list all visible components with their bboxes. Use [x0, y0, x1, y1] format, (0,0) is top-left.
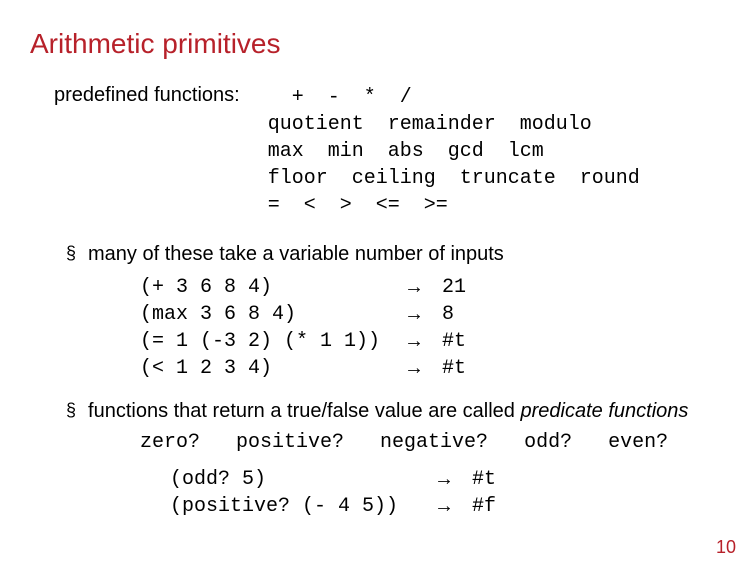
bullet-mark-icon: § [66, 400, 76, 423]
predicate-list: zero? positive? negative? odd? even? [140, 431, 726, 454]
example-block-1: (+ 3 6 8 4) (max 3 6 8 4) (= 1 (-3 2) (*… [140, 274, 726, 382]
example2-arrows: → → [434, 466, 454, 520]
bullet2-part-b: predicate functions [521, 400, 689, 422]
bullet2-part-a: functions that return a true/false value… [88, 400, 520, 422]
page-number: 10 [716, 537, 736, 558]
bullet-text: functions that return a true/false value… [88, 400, 688, 423]
example2-inputs: (odd? 5) (positive? (- 4 5)) [170, 466, 434, 520]
predefined-functions-row: predefined functions: + - * / quotient r… [54, 84, 726, 219]
predefined-label: predefined functions: [54, 84, 240, 219]
bullet-text: many of these take a variable number of … [88, 243, 504, 266]
bullet-variable-inputs: § many of these take a variable number o… [66, 243, 726, 266]
example1-inputs: (+ 3 6 8 4) (max 3 6 8 4) (= 1 (-3 2) (*… [140, 274, 404, 382]
example-block-2: (odd? 5) (positive? (- 4 5)) → → #t #f [170, 466, 726, 520]
bullet-mark-icon: § [66, 243, 76, 266]
example1-outputs: 21 8 #t #t [442, 274, 466, 382]
functions-list: + - * / quotient remainder modulo max mi… [268, 84, 640, 219]
example1-arrows: → → → → [404, 274, 424, 382]
example2-outputs: #t #f [472, 466, 496, 520]
bullet-predicate-functions: § functions that return a true/false val… [66, 400, 726, 423]
slide-title: Arithmetic primitives [30, 28, 726, 60]
